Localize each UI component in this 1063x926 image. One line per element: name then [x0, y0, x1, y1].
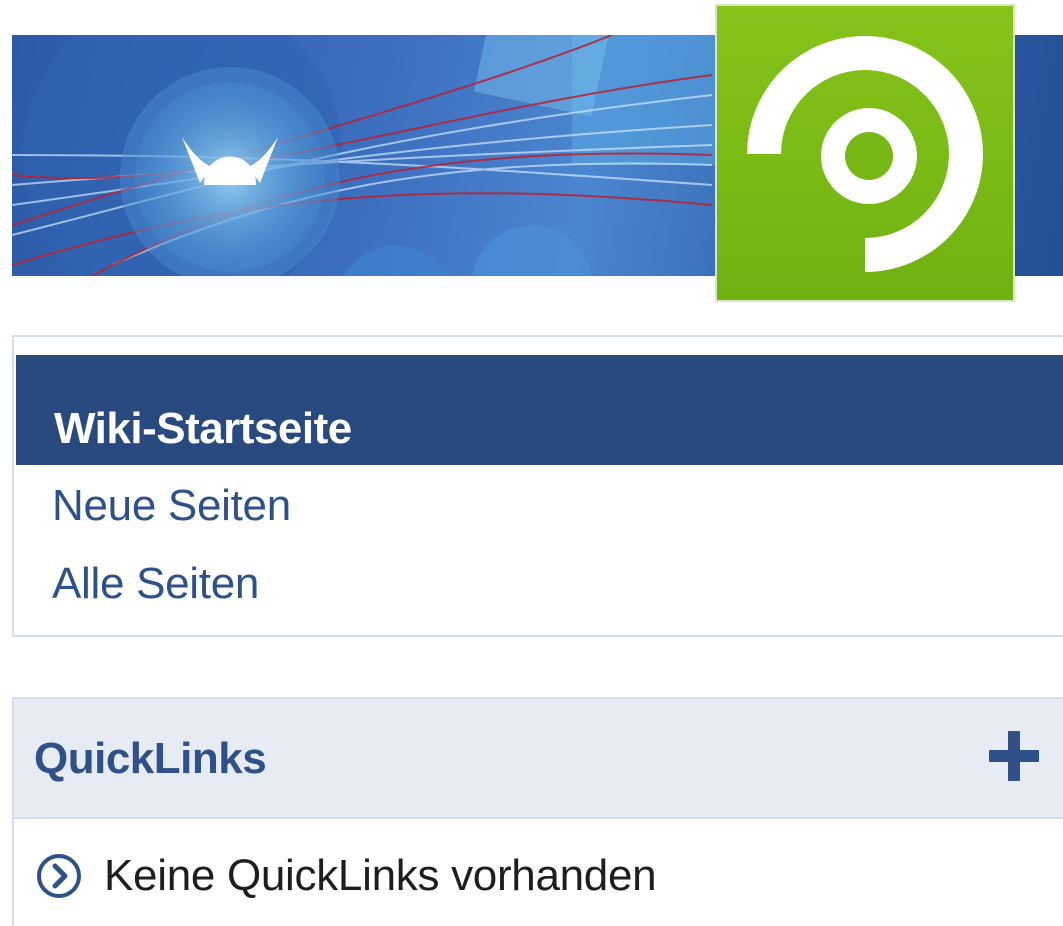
quicklinks-empty-text: Keine QuickLinks vorhanden — [104, 851, 657, 900]
green-spiral-logo-icon — [747, 36, 983, 272]
add-quicklink-button[interactable] — [987, 729, 1041, 783]
quicklinks-empty-message: Keine QuickLinks vorhanden — [36, 851, 657, 901]
quicklinks-title: QuickLinks — [34, 734, 267, 783]
nav-item-label: Wiki-Startseite — [54, 404, 352, 453]
chevron-circle-right-icon — [36, 853, 82, 899]
nav-link-neue-seiten[interactable]: Neue Seiten — [52, 484, 291, 528]
wiki-navigation: Wiki-Startseite Neue Seiten Alle Seiten — [12, 335, 1063, 637]
quicklinks-panel: QuickLinks Keine QuickLinks vorhanden — [12, 697, 1063, 926]
nav-link-alle-seiten[interactable]: Alle Seiten — [52, 562, 259, 606]
plus-icon — [989, 731, 1039, 781]
wiki-logo[interactable] — [715, 4, 1015, 302]
quicklinks-header: QuickLinks — [14, 699, 1063, 819]
wiki-sidebar: Wiki-Startseite Neue Seiten Alle Seiten … — [0, 0, 1063, 926]
nav-item-wiki-startseite[interactable]: Wiki-Startseite — [16, 355, 1063, 465]
